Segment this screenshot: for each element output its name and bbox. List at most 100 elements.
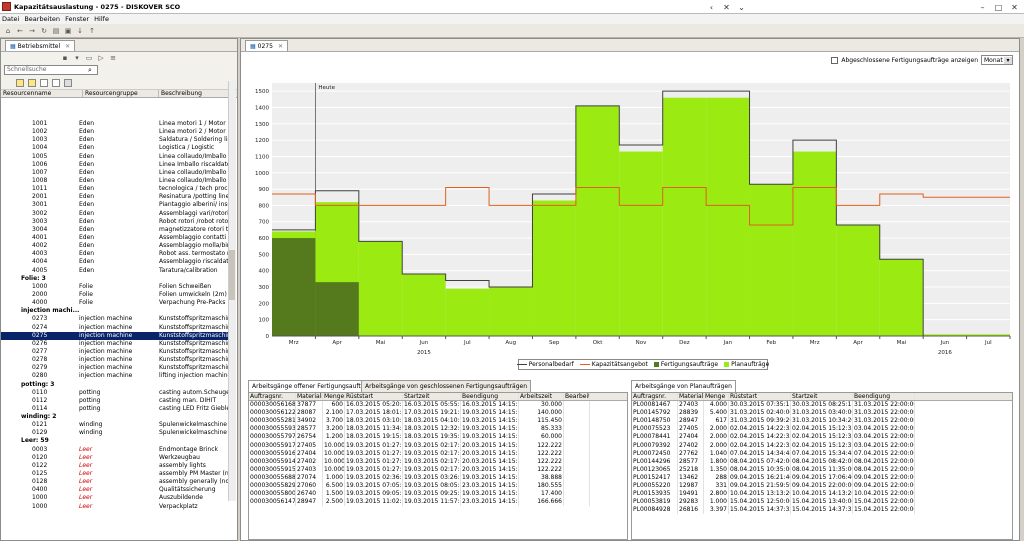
list-item[interactable]: 4002 Eden Assemblaggio molla/bimet	[1, 242, 229, 250]
print-icon[interactable]: ▤	[52, 27, 60, 35]
search-icon[interactable]: ⌕	[88, 66, 92, 75]
menu-datei[interactable]: Datei	[2, 15, 19, 23]
list-item[interactable]: 1006 Eden Linea Imballo riscaldatore	[1, 161, 229, 169]
table-row[interactable]: PL00152417 13462 288 09.04.2015 16:21:40 09.…	[632, 473, 1012, 483]
table-row[interactable]: 000030055915 27403 10.000 19.03.2015 01:27:…	[249, 465, 627, 474]
list-item[interactable]: 3002 Eden Assemblaggi vari/rotori	[1, 210, 229, 218]
column-header[interactable]: Rüststart	[729, 393, 791, 401]
table-row[interactable]: 000030055593 28577 3.200 18.03.2015 11:34:4…	[249, 425, 627, 434]
list-item[interactable]: 0110 potting casting autom.Scheugenp	[1, 389, 229, 397]
table-row[interactable]: 000030055281 34902 3.700 18.03.2015 03:10:5…	[249, 417, 627, 426]
list-item[interactable]: 0279 injection machine Kunststoffspritzmas…	[1, 364, 229, 372]
group-header[interactable]: potting: 3	[1, 381, 229, 389]
list-item[interactable]: 0275 injection machine Kunststoffspritzmas…	[1, 331, 229, 340]
group-header[interactable]: winding: 2	[1, 413, 229, 421]
open-folder-icon[interactable]	[28, 78, 36, 87]
close-button[interactable]: ✕	[1008, 2, 1021, 12]
restore-icon[interactable]: ‹	[705, 2, 718, 12]
close-tab-icon[interactable]: ✕	[720, 2, 733, 12]
column-header[interactable]: Menge	[323, 393, 345, 401]
tab-plan-orders[interactable]: Arbeitsgänge von Planaufträgen	[631, 380, 736, 392]
table-row[interactable]: 000030055797 26754 1.200 18.03.2015 19:15:0…	[249, 433, 627, 442]
list-item[interactable]: 0400 Leer Qualitätssicherung	[1, 486, 229, 494]
home-icon[interactable]: ⌂	[4, 27, 12, 35]
tab-open-orders[interactable]: Arbeitsgänge offener Fertigungsaufträge	[248, 380, 379, 392]
list-item[interactable]: 1003 Eden Saldatura / Soldering line	[1, 136, 229, 144]
col-resourcename[interactable]: Resourcenname	[1, 90, 83, 97]
menu-icon[interactable]: ≡	[109, 54, 117, 62]
list-item[interactable]: 1008 Eden Linea collaudo/Imballo 2	[1, 177, 229, 185]
column-header[interactable]: Beendigung	[461, 393, 519, 401]
column-header[interactable]: Auftragsnr.	[632, 393, 678, 401]
list-item[interactable]: 4005 Eden Taratura/calibration	[1, 267, 229, 275]
list-item[interactable]: 0277 injection machine Kunststoffspritzmas…	[1, 348, 229, 356]
column-header[interactable]: Rüststart	[345, 393, 403, 401]
list-item[interactable]: 1001 Eden Linea motori 1 / Motor ass	[1, 120, 229, 128]
view-icon[interactable]: ▭	[85, 54, 93, 62]
col-description[interactable]: Beschreibung	[159, 90, 229, 97]
search-input[interactable]: Schnellsuche	[4, 65, 98, 75]
settings-icon[interactable]	[64, 78, 72, 87]
filter-icon[interactable]: ▾	[73, 54, 81, 62]
list-item[interactable]: 3001 Eden Piantaggio alberini/ insert	[1, 201, 229, 209]
table-row[interactable]: PL00075523 27405 2.000 02.04.2015 14:22:35 0…	[632, 425, 1012, 434]
arrow-down-icon[interactable]: ↓	[76, 27, 84, 35]
play-icon[interactable]: ▷	[97, 54, 105, 62]
minimize-button[interactable]: –	[976, 2, 989, 12]
table-row[interactable]: PL00055220 12987 331 09.04.2015 21:59:59 09.…	[632, 482, 1012, 491]
list-item[interactable]: 1000 Folie Folien Schweißen	[1, 283, 229, 291]
forward-icon[interactable]: →	[28, 27, 36, 35]
table-row[interactable]: 000030055914 27402 10.000 19.03.2015 01:27:…	[249, 457, 627, 466]
group-header[interactable]: injection machi...	[1, 307, 229, 315]
list-item[interactable]: 0003 Leer Endmontage Brinck	[1, 446, 229, 454]
tab-betriebsmittel[interactable]: ▦ Betriebsmittel ✕	[5, 40, 76, 51]
table-row[interactable]: 000030055916 27404 10.000 19.03.2015 01:27:…	[249, 449, 627, 458]
list-item[interactable]: 0121 winding Spulenwickelmaschine	[1, 421, 229, 429]
copy-icon[interactable]	[52, 78, 60, 87]
table-row[interactable]: 000030055829 27060 6.500 19.03.2015 07:05:4…	[249, 482, 627, 491]
list-item[interactable]: 1005 Eden Linea collaudo/Imballo 3	[1, 153, 229, 161]
table-row[interactable]: PL00072450 27762 1.040 07.04.2015 14:34:48 0…	[632, 449, 1012, 458]
menu-hilfe[interactable]: Hilfe	[94, 15, 109, 23]
column-header[interactable]: Bearbeitu	[564, 393, 590, 401]
table-row[interactable]: PL00078441 27404 2.000 02.04.2015 14:22:35 0…	[632, 433, 1012, 442]
table-row[interactable]: 000030056168 37877 600 16.03.2015 05:20:00 1…	[249, 401, 627, 410]
document-icon[interactable]	[40, 78, 48, 87]
table-row[interactable]: PL00144296 28577 1.800 08.04.2015 07:42:00 0…	[632, 457, 1012, 466]
list-item[interactable]: 0273 injection machine Kunststoffspritzmas…	[1, 315, 229, 323]
zoom-select[interactable]: Monat ▾	[981, 55, 1013, 65]
close-icon[interactable]: ✕	[65, 43, 70, 50]
maximize-button[interactable]: □	[992, 2, 1005, 12]
table-row[interactable]: PL00053819 29283 1.000 15.04.2015 12:50:00 1…	[632, 498, 1012, 507]
column-header[interactable]: Materialnr.	[678, 393, 704, 401]
column-header[interactable]: Menge	[704, 393, 729, 401]
group-header[interactable]: Leer: 59	[1, 437, 229, 445]
table-row[interactable]: PL00123065 25218 1.350 08.04.2015 10:35:00 0…	[632, 465, 1012, 474]
list-item[interactable]: 4000 Folie Verpachung Pre-Packs	[1, 299, 229, 307]
column-header[interactable]: Materialnr.	[296, 393, 323, 401]
export-icon[interactable]: ▣	[64, 27, 72, 35]
menu-fenster[interactable]: Fenster	[65, 15, 89, 23]
list-item[interactable]: 1007 Eden Linea collaudo/Imballo 1	[1, 169, 229, 177]
list-item[interactable]: 1002 Eden Linea motori 2 / Motor ass	[1, 128, 229, 136]
table-row[interactable]: PL00145792 28839 5.400 31.03.2015 02:40:00 3…	[632, 409, 1012, 418]
table-row[interactable]: 000030056122 28087 2.100 17.03.2015 18:01:4…	[249, 409, 627, 418]
list-item[interactable]: 0122 Leer assembly lights	[1, 462, 229, 470]
table-row[interactable]: 000030056147 28947 2.500 19.03.2015 11:02:1…	[249, 498, 627, 507]
list-item[interactable]: 0112 potting casting man. DIHIT	[1, 397, 229, 405]
list-item[interactable]: 1011 Eden tecnologica / tech proces	[1, 185, 229, 193]
column-header[interactable]: Arbeitszeit	[519, 393, 564, 401]
refresh-icon[interactable]: ↻	[40, 27, 48, 35]
chevron-down-icon[interactable]: ⌄	[735, 2, 748, 12]
back-icon[interactable]: ←	[16, 27, 24, 35]
list-item[interactable]: 0280 injection machine lifting injection m…	[1, 372, 229, 380]
list-item[interactable]: 4001 Eden Assemblaggio contatti	[1, 234, 229, 242]
list-item[interactable]: 3003 Eden Robot rotori /robot rotor	[1, 218, 229, 226]
list-item[interactable]: 2000 Folie Folien umwickeln (2m)	[1, 291, 229, 299]
list-item[interactable]: 0114 potting casting LED Fritz Giebler	[1, 405, 229, 413]
menu-bearbeiten[interactable]: Bearbeiten	[24, 15, 60, 23]
table-row[interactable]: PL00084928 26816 3.397 15.04.2015 14:37:33 1…	[632, 506, 1012, 515]
list-item[interactable]: 1004 Eden Logistica / Logistic	[1, 144, 229, 152]
tab-0275[interactable]: ▦ 0275 ✕	[245, 40, 288, 51]
list-item[interactable]: 1000 Leer Verpackplatz	[1, 503, 229, 511]
